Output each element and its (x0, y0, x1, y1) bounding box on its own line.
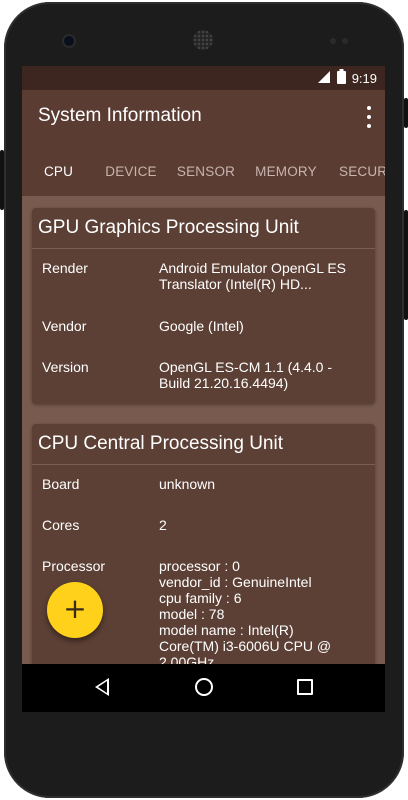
navigation-bar (22, 664, 385, 712)
row-label: Processor (42, 558, 106, 574)
home-icon[interactable] (195, 678, 213, 696)
row-value: Android Emulator OpenGL ES Translator (I… (159, 260, 347, 292)
row-label: Cores (42, 517, 80, 533)
more-vert-icon[interactable] (365, 106, 373, 128)
tab-cpu[interactable]: CPU (22, 146, 95, 196)
power-button (0, 150, 4, 210)
proximity-sensor (330, 38, 336, 44)
recents-icon[interactable] (297, 679, 313, 695)
tab-memory[interactable]: MEMORY (245, 146, 327, 196)
row-label: Vendor (42, 318, 87, 334)
plus-icon: + (63, 592, 87, 625)
add-fab-button[interactable]: + (47, 582, 103, 638)
tab-sensor[interactable]: SENSOR (167, 146, 245, 196)
card-header: CPU Central Processing Unit (32, 424, 375, 465)
phone-frame: 9:19 System Information CPU DEVICE SENSO… (0, 0, 408, 800)
status-time: 9:19 (351, 70, 377, 86)
screen: 9:19 System Information CPU DEVICE SENSO… (22, 66, 385, 712)
proximity-sensor (342, 38, 348, 44)
row-value: Google (Intel) (159, 318, 244, 334)
tab-device[interactable]: DEVICE (95, 146, 167, 196)
row-value: unknown (159, 476, 216, 492)
row-value: 2 (159, 517, 167, 533)
app-bar: System Information (22, 90, 385, 146)
tab-bar: CPU DEVICE SENSOR MEMORY SECUR (22, 146, 385, 196)
row-label: Board (42, 476, 80, 492)
signal-icon (317, 69, 331, 88)
battery-icon (336, 68, 346, 88)
status-icons: 9:19 (317, 68, 377, 88)
app-title: System Information (38, 105, 202, 126)
gpu-card: GPU Graphics Processing Unit Render Andr… (32, 208, 375, 404)
back-icon[interactable] (95, 678, 109, 696)
row-value: processor : 0 vendor_id : GenuineIntel c… (159, 558, 332, 670)
tab-security[interactable]: SECUR (327, 146, 385, 196)
card-title: GPU Graphics Processing Unit (38, 217, 299, 238)
row-label: Version (42, 359, 89, 375)
volume-button (404, 210, 408, 320)
row-label: Render (42, 260, 88, 276)
card-header: GPU Graphics Processing Unit (32, 208, 375, 249)
front-camera (64, 36, 74, 46)
row-value: OpenGL ES-CM 1.1 (4.4.0 - Build 21.20.16… (159, 359, 332, 391)
status-bar: 9:19 (22, 66, 385, 90)
card-title: CPU Central Processing Unit (38, 433, 283, 454)
earpiece-speaker (193, 30, 213, 50)
volume-button (404, 98, 408, 128)
